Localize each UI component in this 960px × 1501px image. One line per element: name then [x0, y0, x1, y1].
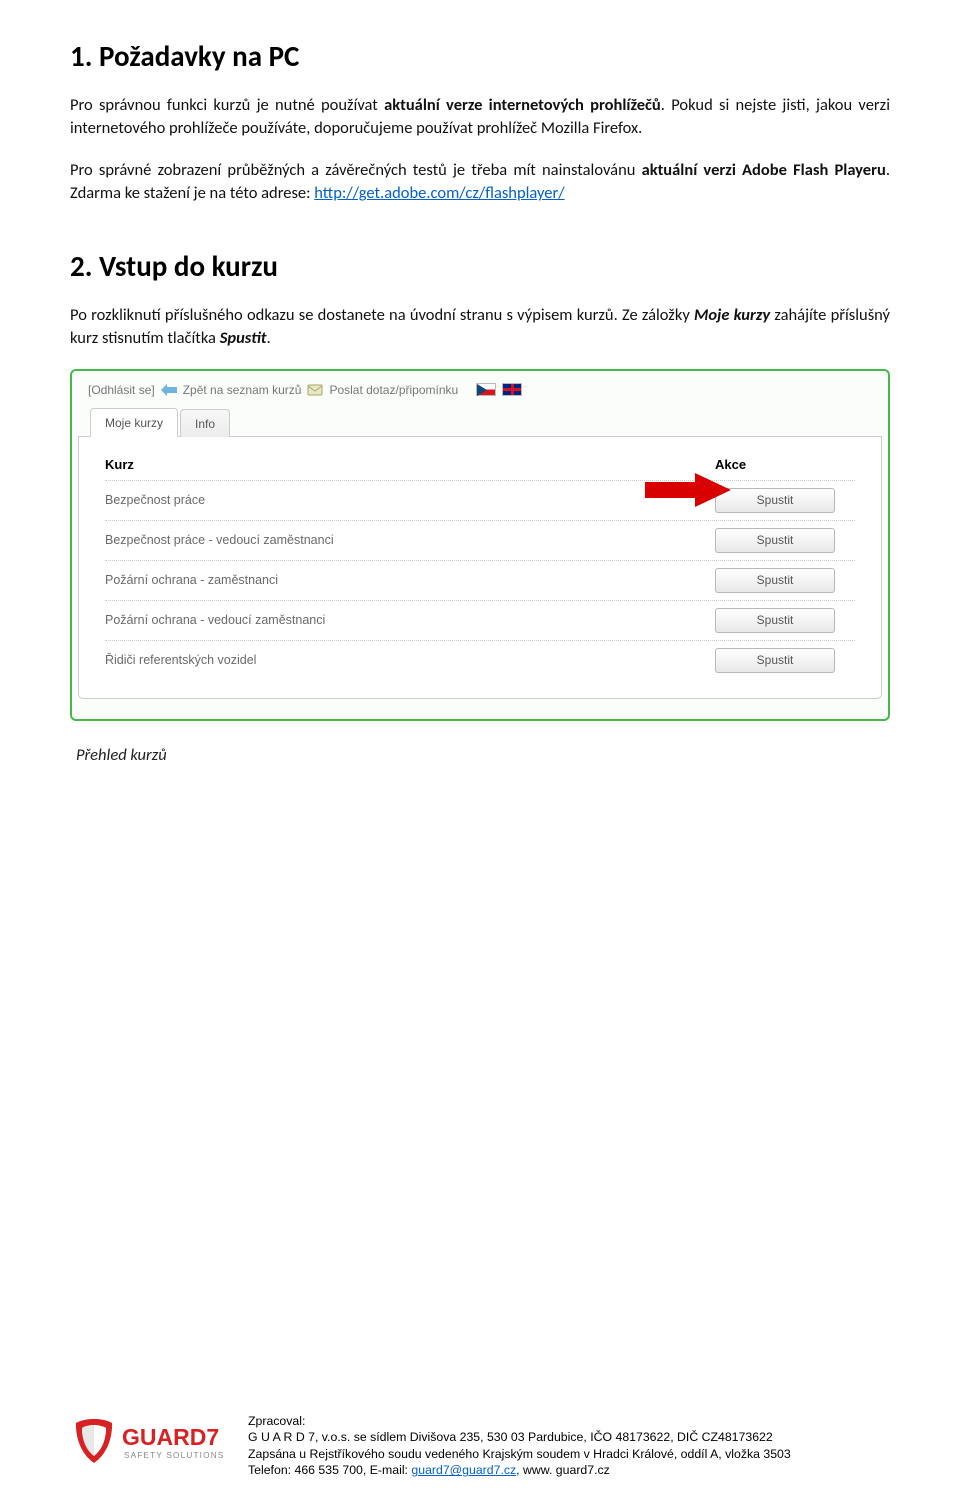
col-header-action: Akce	[715, 457, 855, 472]
screenshot-tabs: Moje kurzy Info	[78, 407, 882, 437]
flag-cz-icon[interactable]	[476, 383, 496, 396]
text-bold: aktuální verzi Adobe Flash Playeru	[642, 160, 886, 180]
course-name: Bezpečnost práce	[105, 493, 715, 507]
text-bold-italic: Spustit	[220, 328, 267, 348]
footer-email-link[interactable]: guard7@guard7.cz	[411, 1463, 516, 1477]
section2-para: Po rozkliknutí příslušného odkazu se dos…	[70, 304, 890, 351]
course-table-header: Kurz Akce	[105, 457, 855, 480]
section2-heading: 2. Vstup do kurzu	[70, 248, 890, 284]
section1-para2: Pro správné zobrazení průběžných a závěr…	[70, 159, 890, 206]
course-row: Bezpečnost práce - vedoucí zaměstnanci S…	[105, 520, 855, 560]
course-name: Požární ochrana - zaměstnanci	[105, 573, 715, 587]
text: Telefon: 466 535 700, E-mail:	[248, 1463, 411, 1477]
screenshot-body: Kurz Akce Bezpečnost práce Spustit Bezpe…	[78, 437, 882, 699]
section1-para1: Pro správnou funkci kurzů je nutné použí…	[70, 94, 890, 141]
footer-line: Telefon: 466 535 700, E-mail: guard7@gua…	[248, 1462, 791, 1479]
footer-line: G U A R D 7, v.o.s. se sídlem Divišova 2…	[248, 1429, 791, 1446]
text: Po rozkliknutí příslušného odkazu se dos…	[70, 305, 694, 325]
section1-heading: 1. Požadavky na PC	[70, 38, 890, 74]
launch-button[interactable]: Spustit	[715, 528, 835, 553]
col-header-course: Kurz	[105, 457, 715, 472]
page-footer: GUARD7 SAFETY SOLUTIONS Zpracoval: G U A…	[0, 1413, 960, 1479]
course-row: Požární ochrana - zaměstnanci Spustit	[105, 560, 855, 600]
feedback-icon	[307, 383, 323, 397]
screenshot-toolbar: [Odhlásit se] Zpět na seznam kurzů Posla…	[74, 373, 886, 403]
course-name: Řidiči referentských vozidel	[105, 653, 715, 667]
tab-info[interactable]: Info	[180, 409, 230, 437]
course-name: Požární ochrana - vedoucí zaměstnanci	[105, 613, 715, 627]
text: Pro správnou funkci kurzů je nutné použí…	[70, 95, 384, 115]
text-bold: aktuální verze internetových prohlížečů	[384, 95, 661, 115]
feedback-link[interactable]: Poslat dotaz/připomínku	[329, 383, 458, 397]
launch-button[interactable]: Spustit	[715, 648, 835, 673]
launch-button[interactable]: Spustit	[715, 568, 835, 593]
course-row: Řidiči referentských vozidel Spustit	[105, 640, 855, 680]
guard7-logo: GUARD7 SAFETY SOLUTIONS	[70, 1413, 230, 1471]
flag-uk-icon[interactable]	[502, 383, 522, 396]
course-list-screenshot: [Odhlásit se] Zpět na seznam kurzů Posla…	[70, 369, 890, 721]
launch-button[interactable]: Spustit	[715, 488, 835, 513]
back-to-list-link[interactable]: Zpět na seznam kurzů	[183, 383, 302, 397]
text: .	[266, 328, 270, 348]
footer-text: Zpracoval: G U A R D 7, v.o.s. se sídlem…	[248, 1413, 791, 1479]
course-row: Bezpečnost práce Spustit	[105, 480, 855, 520]
flashplayer-link[interactable]: http://get.adobe.com/cz/flashplayer/	[314, 183, 564, 203]
text: , www. guard7.cz	[516, 1463, 610, 1477]
text: Pro správné zobrazení průběžných a závěr…	[70, 160, 642, 180]
course-name: Bezpečnost práce - vedoucí zaměstnanci	[105, 533, 715, 547]
launch-button[interactable]: Spustit	[715, 608, 835, 633]
svg-text:GUARD7: GUARD7	[122, 1424, 219, 1450]
logout-link[interactable]: [Odhlásit se]	[88, 383, 155, 397]
back-arrow-icon	[161, 383, 177, 397]
tab-my-courses[interactable]: Moje kurzy	[90, 408, 178, 437]
svg-text:SAFETY SOLUTIONS: SAFETY SOLUTIONS	[124, 1451, 225, 1460]
footer-line: Zpracoval:	[248, 1413, 791, 1430]
course-row: Požární ochrana - vedoucí zaměstnanci Sp…	[105, 600, 855, 640]
footer-line: Zapsána u Rejstříkového soudu vedeného K…	[248, 1446, 791, 1463]
screenshot-caption: Přehled kurzů	[76, 745, 890, 765]
text-bold-italic: Moje kurzy	[694, 305, 770, 325]
